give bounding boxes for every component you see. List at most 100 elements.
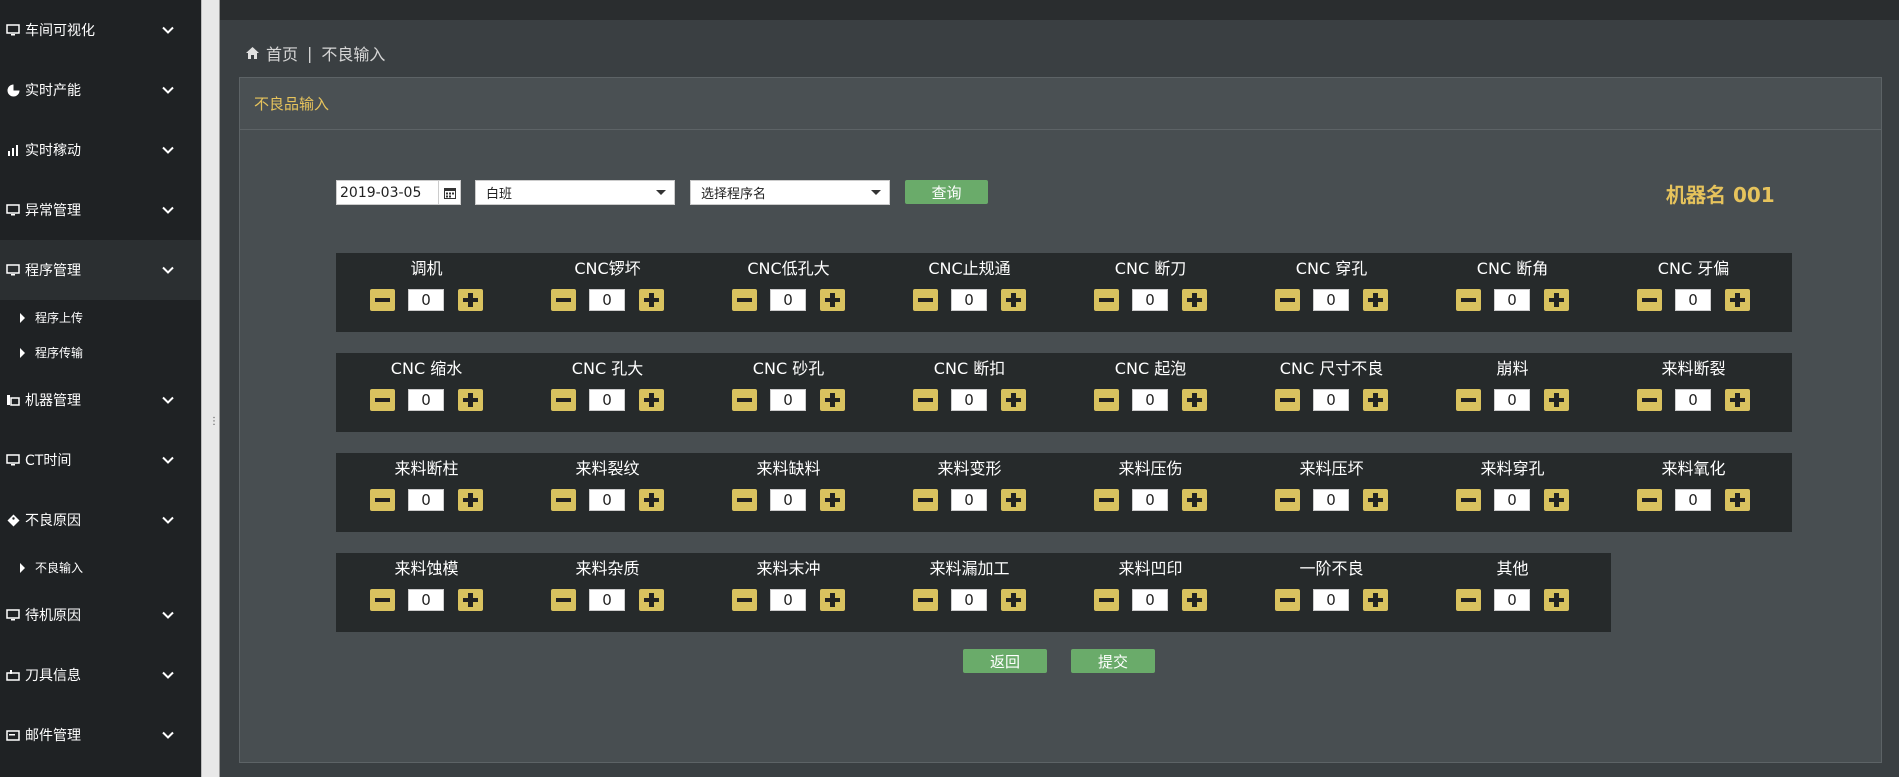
decrement-button[interactable]	[370, 389, 395, 411]
decrement-button[interactable]	[913, 489, 938, 511]
increment-button[interactable]	[1544, 289, 1569, 311]
increment-button[interactable]	[458, 389, 483, 411]
defect-count-input[interactable]: 0	[1675, 389, 1711, 411]
decrement-button[interactable]	[1456, 389, 1481, 411]
decrement-button[interactable]	[1275, 289, 1300, 311]
defect-count-input[interactable]: 0	[589, 389, 625, 411]
increment-button[interactable]	[458, 289, 483, 311]
increment-button[interactable]	[820, 289, 845, 311]
date-value[interactable]: 2019-03-05	[337, 185, 438, 201]
decrement-button[interactable]	[1275, 489, 1300, 511]
increment-button[interactable]	[1001, 589, 1026, 611]
shift-select[interactable]: 白班	[475, 180, 675, 205]
decrement-button[interactable]	[732, 589, 757, 611]
increment-button[interactable]	[458, 589, 483, 611]
submit-button[interactable]: 提交	[1071, 649, 1155, 673]
decrement-button[interactable]	[1456, 489, 1481, 511]
defect-count-input[interactable]: 0	[770, 389, 806, 411]
increment-button[interactable]	[639, 289, 664, 311]
date-picker[interactable]: 2019-03-05	[336, 180, 461, 205]
defect-count-input[interactable]: 0	[951, 389, 987, 411]
chevron-down-icon[interactable]	[161, 728, 175, 742]
defect-count-input[interactable]: 0	[1313, 389, 1349, 411]
decrement-button[interactable]	[370, 289, 395, 311]
defect-count-input[interactable]: 0	[408, 489, 444, 511]
increment-button[interactable]	[1544, 489, 1569, 511]
home-icon[interactable]	[245, 46, 260, 60]
decrement-button[interactable]	[1275, 589, 1300, 611]
decrement-button[interactable]	[913, 389, 938, 411]
program-select[interactable]: 选择程序名	[690, 180, 890, 205]
increment-button[interactable]	[1363, 489, 1388, 511]
sidebar-subitem[interactable]: 程序上传	[0, 300, 201, 335]
sidebar-item[interactable]: 机器管理	[0, 370, 201, 430]
decrement-button[interactable]	[1094, 389, 1119, 411]
decrement-button[interactable]	[1456, 589, 1481, 611]
defect-count-input[interactable]: 0	[589, 289, 625, 311]
chevron-down-icon[interactable]	[161, 263, 175, 277]
defect-count-input[interactable]: 0	[1313, 289, 1349, 311]
sidebar-item[interactable]: 不良原因	[0, 490, 201, 550]
increment-button[interactable]	[1001, 389, 1026, 411]
defect-count-input[interactable]: 0	[589, 489, 625, 511]
breadcrumb-home[interactable]: 首页	[266, 41, 298, 65]
defect-count-input[interactable]: 0	[770, 589, 806, 611]
defect-count-input[interactable]: 0	[951, 489, 987, 511]
defect-count-input[interactable]: 0	[951, 289, 987, 311]
chevron-down-icon[interactable]	[161, 608, 175, 622]
defect-count-input[interactable]: 0	[770, 289, 806, 311]
decrement-button[interactable]	[1456, 289, 1481, 311]
chevron-down-icon[interactable]	[161, 23, 175, 37]
increment-button[interactable]	[1363, 589, 1388, 611]
decrement-button[interactable]	[551, 289, 576, 311]
defect-count-input[interactable]: 0	[1132, 589, 1168, 611]
decrement-button[interactable]	[551, 489, 576, 511]
increment-button[interactable]	[1182, 589, 1207, 611]
defect-count-input[interactable]: 0	[1132, 289, 1168, 311]
sidebar-item[interactable]: 实时稼动	[0, 120, 201, 180]
query-button[interactable]: 查询	[905, 180, 988, 204]
sidebar-item[interactable]: 异常管理	[0, 180, 201, 240]
sidebar-item[interactable]: 刀具信息	[0, 645, 201, 705]
defect-count-input[interactable]: 0	[951, 589, 987, 611]
defect-count-input[interactable]: 0	[1494, 389, 1530, 411]
increment-button[interactable]	[639, 589, 664, 611]
decrement-button[interactable]	[732, 389, 757, 411]
increment-button[interactable]	[1544, 389, 1569, 411]
decrement-button[interactable]	[913, 589, 938, 611]
increment-button[interactable]	[820, 589, 845, 611]
decrement-button[interactable]	[1637, 489, 1662, 511]
increment-button[interactable]	[1001, 489, 1026, 511]
increment-button[interactable]	[639, 489, 664, 511]
defect-count-input[interactable]: 0	[1494, 589, 1530, 611]
decrement-button[interactable]	[370, 489, 395, 511]
defect-count-input[interactable]: 0	[408, 389, 444, 411]
increment-button[interactable]	[1544, 589, 1569, 611]
defect-count-input[interactable]: 0	[1313, 489, 1349, 511]
sidebar-item[interactable]: 实时产能	[0, 60, 201, 120]
defect-count-input[interactable]: 0	[1494, 289, 1530, 311]
chevron-down-icon[interactable]	[161, 143, 175, 157]
decrement-button[interactable]	[551, 589, 576, 611]
defect-count-input[interactable]: 0	[1675, 489, 1711, 511]
chevron-down-icon[interactable]	[161, 513, 175, 527]
sidebar-item[interactable]: 邮件管理	[0, 705, 201, 765]
grip-icon[interactable]: ⋮	[209, 416, 219, 427]
sidebar-subitem[interactable]: 程序传输	[0, 335, 201, 370]
increment-button[interactable]	[1725, 489, 1750, 511]
increment-button[interactable]	[1363, 289, 1388, 311]
increment-button[interactable]	[1182, 389, 1207, 411]
decrement-button[interactable]	[913, 289, 938, 311]
sidebar-item[interactable]: CT时间	[0, 430, 201, 490]
increment-button[interactable]	[1725, 289, 1750, 311]
sidebar-item[interactable]: 待机原因	[0, 585, 201, 645]
defect-count-input[interactable]: 0	[1675, 289, 1711, 311]
sidebar-item[interactable]: 程序管理	[0, 240, 201, 300]
back-button[interactable]: 返回	[963, 649, 1047, 673]
defect-count-input[interactable]: 0	[589, 589, 625, 611]
increment-button[interactable]	[820, 489, 845, 511]
increment-button[interactable]	[1001, 289, 1026, 311]
decrement-button[interactable]	[1275, 389, 1300, 411]
decrement-button[interactable]	[732, 289, 757, 311]
calendar-icon[interactable]	[438, 181, 460, 204]
